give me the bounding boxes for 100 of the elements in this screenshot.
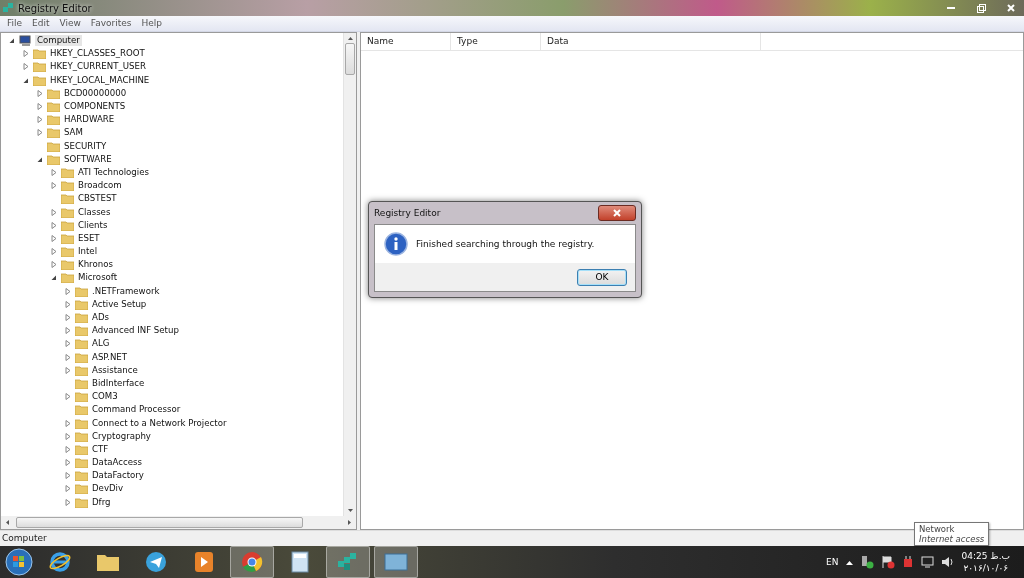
show-hidden-icons-icon[interactable] <box>845 559 853 565</box>
expand-arrow-icon[interactable] <box>65 419 71 427</box>
tree-item[interactable]: DataAccess <box>90 457 144 469</box>
collapse-arrow-icon[interactable] <box>51 274 57 282</box>
folder-icon <box>47 114 60 126</box>
tree-item[interactable]: COM3 <box>90 391 120 403</box>
expand-arrow-icon[interactable] <box>37 103 43 111</box>
menu-item[interactable]: Favorites <box>85 16 137 31</box>
folder-icon <box>61 166 74 178</box>
tree-item[interactable]: Cryptography <box>90 430 153 442</box>
play-icon <box>194 551 214 573</box>
tree-item[interactable]: HARDWARE <box>62 114 117 126</box>
tree-item[interactable]: BCD00000000 <box>62 87 129 99</box>
clock[interactable]: 04:25 ب.ظ ۲۰۱۶/۱۰/۰۶ <box>961 550 1010 574</box>
expand-arrow-icon[interactable] <box>51 221 57 229</box>
close-icon <box>613 209 621 217</box>
tree-item[interactable]: DataFactory <box>90 470 146 482</box>
tree-item[interactable]: SECURITY <box>62 140 109 152</box>
menu-item[interactable]: Help <box>136 16 168 31</box>
expand-arrow-icon[interactable] <box>65 366 71 374</box>
menu-item[interactable]: Edit <box>27 16 55 31</box>
expand-arrow-icon[interactable] <box>65 314 71 322</box>
tree-item[interactable]: ESET <box>76 232 102 244</box>
expand-arrow-icon[interactable] <box>65 393 71 401</box>
expand-arrow-icon[interactable] <box>51 208 57 216</box>
column-header[interactable]: Name <box>361 33 451 50</box>
tree-item[interactable]: Computer <box>35 35 82 47</box>
tree-item[interactable]: Connect to a Network Projector <box>90 417 229 429</box>
column-header[interactable]: Type <box>451 33 541 50</box>
tree-item[interactable]: SOFTWARE <box>62 153 114 165</box>
dialog-message: Finished searching through the registry. <box>416 239 595 249</box>
info-icon <box>384 232 408 256</box>
tree-item[interactable]: Microsoft <box>76 272 120 284</box>
power-plug-icon[interactable] <box>901 555 914 569</box>
expand-arrow-icon[interactable] <box>65 353 71 361</box>
flag-icon[interactable] <box>880 555 895 569</box>
tree-item[interactable]: Intel <box>76 246 100 258</box>
tree-item[interactable]: ASP.NET <box>90 351 130 363</box>
speaker-icon[interactable] <box>940 556 955 568</box>
network-icon[interactable] <box>859 555 874 569</box>
folder-icon <box>75 377 88 389</box>
horizontal-scrollbar[interactable] <box>1 516 356 529</box>
tree-item[interactable]: Active Setup <box>90 298 149 310</box>
expand-arrow-icon[interactable] <box>65 432 71 440</box>
expand-arrow-icon[interactable] <box>65 445 71 453</box>
expand-arrow-icon[interactable] <box>37 116 43 124</box>
tree-item[interactable]: HKEY_CLASSES_ROOT <box>48 48 147 60</box>
expand-arrow-icon[interactable] <box>51 234 57 242</box>
expand-arrow-icon[interactable] <box>51 168 57 176</box>
expand-arrow-icon[interactable] <box>23 50 29 58</box>
start-orb-icon[interactable] <box>4 547 34 577</box>
menu-item[interactable]: File <box>2 16 28 31</box>
expand-arrow-icon[interactable] <box>65 340 71 348</box>
language-indicator[interactable]: EN <box>826 557 839 567</box>
tree-item[interactable]: Advanced INF Setup <box>90 325 181 337</box>
close-button[interactable] <box>598 205 636 221</box>
tree-item[interactable]: SAM <box>62 127 85 139</box>
tree-item[interactable]: Broadcom <box>76 180 124 192</box>
tree-item[interactable]: CTF <box>90 443 111 455</box>
tree-item[interactable]: ATI Technologies <box>76 166 151 178</box>
expand-arrow-icon[interactable] <box>65 327 71 335</box>
tree-item[interactable]: Clients <box>76 219 110 231</box>
collapse-arrow-icon[interactable] <box>9 37 15 45</box>
menu-item[interactable]: View <box>54 16 86 31</box>
tree-item[interactable]: DevDiv <box>90 483 126 495</box>
expand-arrow-icon[interactable] <box>65 459 71 467</box>
tree-item[interactable]: ADs <box>90 312 111 324</box>
collapse-arrow-icon[interactable] <box>23 76 29 84</box>
tree-item[interactable]: Assistance <box>90 364 140 376</box>
collapse-arrow-icon[interactable] <box>37 155 43 163</box>
display-icon[interactable] <box>920 556 934 568</box>
tree-item[interactable]: CBSTEST <box>76 193 119 205</box>
tree-item[interactable]: HKEY_CURRENT_USER <box>48 61 148 73</box>
scroll-left-icon <box>4 519 10 526</box>
tree-item[interactable]: COMPONENTS <box>62 101 128 113</box>
expand-arrow-icon[interactable] <box>65 300 71 308</box>
column-header[interactable]: Data <box>541 33 761 50</box>
expand-arrow-icon[interactable] <box>37 129 43 137</box>
expand-arrow-icon[interactable] <box>51 248 57 256</box>
ok-button[interactable]: OK <box>577 268 627 286</box>
tree-item[interactable]: BidInterface <box>90 377 147 389</box>
expand-arrow-icon[interactable] <box>51 261 57 269</box>
tree-item[interactable]: Command Processor <box>90 404 183 416</box>
tree-item[interactable]: Classes <box>76 206 113 218</box>
tree-item[interactable]: .NETFramework <box>90 285 162 297</box>
tree-item[interactable]: Dfrg <box>90 496 113 508</box>
expand-arrow-icon[interactable] <box>65 287 71 295</box>
scroll-thumb[interactable] <box>16 517 303 528</box>
expand-arrow-icon[interactable] <box>51 182 57 190</box>
expand-arrow-icon[interactable] <box>65 485 71 493</box>
tree-item[interactable]: ALG <box>90 338 112 350</box>
expand-arrow-icon[interactable] <box>37 89 43 97</box>
expand-arrow-icon[interactable] <box>23 63 29 71</box>
tree-item[interactable]: HKEY_LOCAL_MACHINE <box>48 74 152 86</box>
folder-icon <box>75 470 88 482</box>
scroll-thumb[interactable] <box>345 43 355 75</box>
tree-item[interactable]: Khronos <box>76 259 115 271</box>
expand-arrow-icon[interactable] <box>65 472 71 480</box>
vertical-scrollbar[interactable] <box>343 33 356 516</box>
expand-arrow-icon[interactable] <box>65 498 71 506</box>
